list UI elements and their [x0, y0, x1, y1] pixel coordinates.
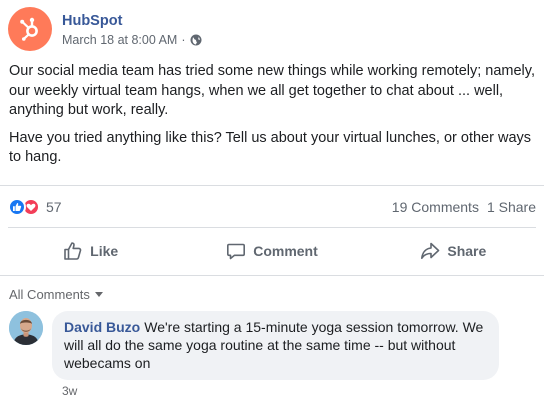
post-timestamp[interactable]: March 18 at 8:00 AM	[62, 33, 177, 47]
caret-down-icon	[94, 292, 103, 297]
comments-filter-label: All Comments	[9, 287, 90, 302]
comment-bubble: David Buzo We're starting a 15-minute yog…	[52, 311, 499, 380]
comments-count-link[interactable]: 19 Comments	[392, 199, 479, 215]
share-button-label: Share	[447, 243, 487, 259]
comment-button[interactable]: Comment	[181, 232, 362, 270]
share-button[interactable]: Share	[363, 232, 544, 270]
thumbs-up-icon	[64, 242, 82, 260]
comment-button-label: Comment	[253, 243, 318, 259]
like-button[interactable]: Like	[0, 232, 181, 270]
hubspot-sprocket-icon	[20, 17, 38, 41]
shares-count-link[interactable]: 1 Share	[487, 199, 536, 215]
post-actions: Like Comment Share	[0, 232, 544, 270]
divider	[8, 227, 536, 228]
divider	[0, 185, 544, 186]
hubspot-logo-avatar[interactable]	[8, 7, 52, 51]
comment-timestamp[interactable]: 3w	[62, 384, 77, 398]
like-button-label: Like	[90, 243, 119, 259]
meta-separator: ·	[181, 32, 186, 47]
comments-filter-dropdown[interactable]: All Comments	[9, 287, 103, 302]
avatar[interactable]	[9, 311, 43, 345]
reactions-count[interactable]: 57	[46, 199, 62, 215]
engagement-stats: 19 Comments 1 Share	[384, 199, 536, 215]
reactions-summary[interactable]: 57	[8, 198, 62, 216]
post-body: Our social media team has tried some new…	[9, 62, 537, 176]
comment: David Buzo We're starting a 15-minute yog…	[9, 311, 499, 380]
like-icon	[8, 198, 26, 216]
divider	[0, 275, 544, 276]
share-arrow-icon	[421, 242, 440, 259]
comment-author-link[interactable]: David Buzo	[64, 319, 140, 335]
person-avatar-icon	[9, 311, 43, 345]
post-header: HubSpot March 18 at 8:00 AM ·	[8, 7, 202, 51]
post-text-paragraph-2: Have you tried anything like this? Tell …	[9, 129, 532, 166]
post-header-text: HubSpot March 18 at 8:00 AM ·	[62, 12, 202, 47]
reactions-summary-row: 57 19 Comments 1 Share	[8, 197, 536, 217]
page-name-link[interactable]: HubSpot	[62, 12, 202, 31]
post-text-paragraph-1: Our social media team has tried some new…	[9, 63, 535, 118]
post-meta: March 18 at 8:00 AM ·	[62, 33, 202, 47]
comment-bubble-icon	[227, 243, 246, 260]
globe-icon[interactable]	[190, 34, 202, 46]
reaction-icons	[8, 198, 40, 216]
